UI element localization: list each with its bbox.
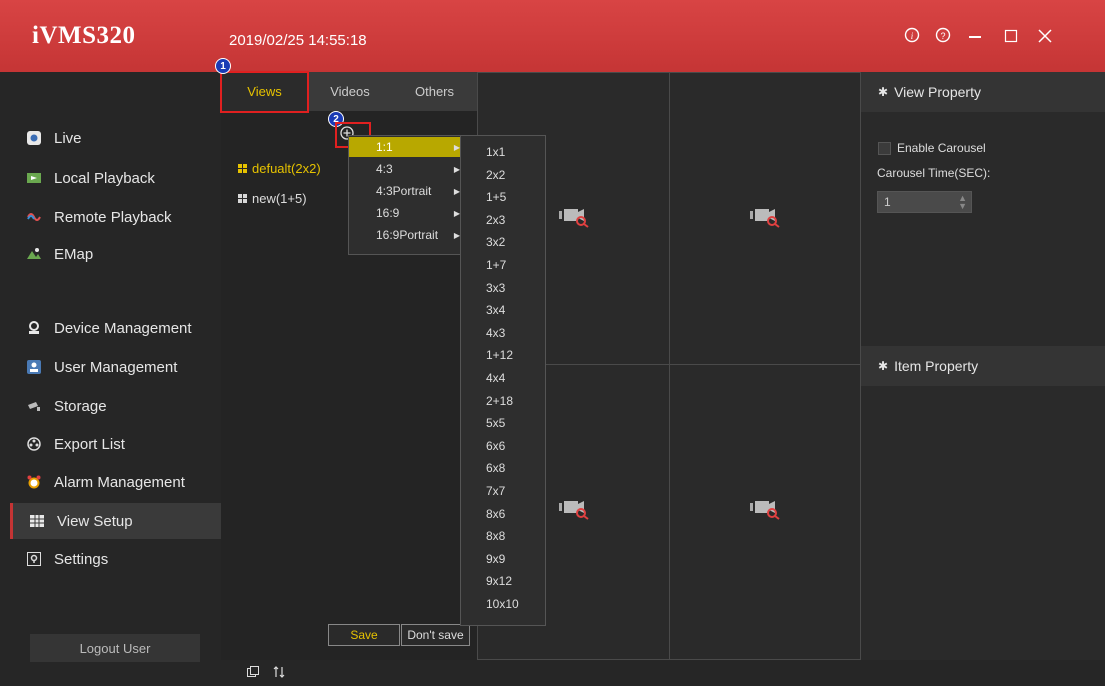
layout-option[interactable]: 3x4 bbox=[486, 303, 505, 317]
sidebar-item-export-list[interactable]: Export List bbox=[10, 426, 221, 462]
emap-icon bbox=[26, 246, 42, 262]
dont-save-button[interactable]: Don't save bbox=[401, 624, 470, 646]
layout-option[interactable]: 1x1 bbox=[486, 145, 505, 159]
item-property-header: ✱ Item Property bbox=[861, 346, 1105, 386]
view-item-new[interactable]: new(1+5) bbox=[238, 191, 307, 206]
enable-carousel-label: Enable Carousel bbox=[897, 141, 986, 155]
sort-icon[interactable] bbox=[273, 666, 285, 681]
logout-button[interactable]: Logout User bbox=[30, 634, 200, 662]
spinner-icon[interactable]: ▲ ▼ bbox=[958, 194, 967, 211]
menu-item-16-9[interactable]: 16:9 ▶ bbox=[349, 203, 466, 223]
tab-others[interactable]: Others bbox=[392, 72, 478, 111]
minimize-icon[interactable] bbox=[964, 28, 986, 49]
menu-item-4-3[interactable]: 4:3 ▶ bbox=[349, 159, 466, 179]
gear-icon: ✱ bbox=[878, 85, 889, 99]
settings-icon bbox=[26, 551, 42, 567]
sidebar-item-emap[interactable]: EMap bbox=[10, 236, 221, 272]
carousel-time-label: Carousel Time(SEC): bbox=[877, 166, 991, 180]
app-logo: iVMS320 bbox=[32, 22, 136, 49]
menu-item-16-9-portrait[interactable]: 16:9Portrait ▶ bbox=[349, 225, 466, 245]
layout-option[interactable]: 8x6 bbox=[486, 507, 505, 521]
alarm-icon bbox=[26, 474, 42, 490]
svg-text:?: ? bbox=[940, 31, 945, 41]
grid-icon bbox=[238, 194, 247, 203]
layout-option[interactable]: 2x3 bbox=[486, 213, 505, 227]
layout-option[interactable]: 1+7 bbox=[486, 258, 506, 272]
layout-menu: 1x1 2x2 1+5 2x3 3x2 1+7 3x3 3x4 4x3 1+12 4x4 2+18 5x… bbox=[460, 135, 546, 626]
storage-icon bbox=[26, 398, 42, 414]
live-icon bbox=[26, 130, 42, 146]
layout-option[interactable]: 2+18 bbox=[486, 394, 513, 408]
local-playback-icon bbox=[26, 170, 42, 186]
layout-option[interactable]: 9x12 bbox=[486, 574, 512, 588]
grid-icon bbox=[238, 164, 247, 173]
layout-option[interactable]: 3x2 bbox=[486, 235, 505, 249]
close-icon[interactable] bbox=[1034, 28, 1056, 49]
no-video-camera-icon bbox=[748, 206, 784, 228]
svg-text:i: i bbox=[911, 31, 914, 41]
info-icon[interactable]: i bbox=[901, 27, 923, 48]
layout-option[interactable]: 10x10 bbox=[486, 597, 519, 611]
layout-option[interactable]: 1+12 bbox=[486, 348, 513, 362]
view-item-default[interactable]: defualt(2x2) bbox=[238, 161, 321, 176]
tab-videos[interactable]: Videos bbox=[308, 72, 393, 111]
bottom-toolbar bbox=[221, 660, 1105, 686]
layout-option[interactable]: 4x4 bbox=[486, 371, 505, 385]
title-bar: iVMS320 2019/02/25 14:55:18 i ? bbox=[0, 0, 1105, 72]
enable-carousel-checkbox[interactable] bbox=[878, 142, 891, 155]
step-badge-1: 1 bbox=[215, 58, 231, 74]
layout-option[interactable]: 5x5 bbox=[486, 416, 505, 430]
views-tab-highlight bbox=[220, 71, 309, 113]
sidebar-item-live[interactable]: Live bbox=[10, 120, 221, 156]
menu-item-4-3-portrait[interactable]: 4:3Portrait ▶ bbox=[349, 181, 466, 201]
sidebar-item-alarm-management[interactable]: Alarm Management bbox=[10, 464, 221, 500]
view-setup-icon bbox=[29, 513, 45, 529]
datetime-display: 2019/02/25 14:55:18 bbox=[229, 32, 367, 49]
no-video-camera-icon bbox=[748, 498, 784, 520]
sidebar-item-settings[interactable]: Settings bbox=[10, 541, 221, 577]
sidebar-item-remote-playback[interactable]: Remote Playback bbox=[10, 199, 221, 235]
user-icon bbox=[26, 359, 42, 375]
layout-option[interactable]: 2x2 bbox=[486, 168, 505, 182]
video-cell[interactable] bbox=[669, 72, 861, 365]
no-video-camera-icon bbox=[557, 498, 593, 520]
layout-option[interactable]: 9x9 bbox=[486, 552, 505, 566]
layout-option[interactable]: 3x3 bbox=[486, 281, 505, 295]
gear-icon: ✱ bbox=[878, 359, 889, 373]
view-property-header: ✱ View Property bbox=[861, 72, 1105, 112]
sidebar-item-storage[interactable]: Storage bbox=[10, 388, 221, 424]
layout-option[interactable]: 6x8 bbox=[486, 461, 505, 475]
no-video-camera-icon bbox=[557, 206, 593, 228]
export-icon bbox=[26, 436, 42, 452]
layout-option[interactable]: 8x8 bbox=[486, 529, 505, 543]
remote-playback-icon bbox=[26, 209, 42, 225]
save-button[interactable]: Save bbox=[328, 624, 400, 646]
help-icon[interactable]: ? bbox=[932, 27, 954, 48]
layout-option[interactable]: 1+5 bbox=[486, 190, 506, 204]
carousel-time-input[interactable]: 1 ▲ ▼ bbox=[877, 191, 972, 213]
maximize-icon[interactable] bbox=[1000, 28, 1022, 49]
layout-option[interactable]: 6x6 bbox=[486, 439, 505, 453]
sidebar-item-view-setup[interactable]: View Setup bbox=[10, 503, 221, 539]
sidebar-item-device-management[interactable]: Device Management bbox=[10, 310, 221, 346]
layout-option[interactable]: 4x3 bbox=[486, 326, 505, 340]
layout-option[interactable]: 7x7 bbox=[486, 484, 505, 498]
aspect-ratio-menu: 1:1 ▶ 4:3 ▶ 4:3Portrait ▶ 16:9 ▶ 16:9Portrai… bbox=[348, 135, 467, 255]
copy-icon[interactable] bbox=[247, 666, 259, 681]
sidebar-item-user-management[interactable]: User Management bbox=[10, 349, 221, 385]
video-cell[interactable] bbox=[669, 364, 861, 660]
sidebar-item-local-playback[interactable]: Local Playback bbox=[10, 160, 221, 196]
menu-item-1-1[interactable]: 1:1 ▶ bbox=[349, 137, 466, 157]
device-icon bbox=[26, 320, 42, 336]
